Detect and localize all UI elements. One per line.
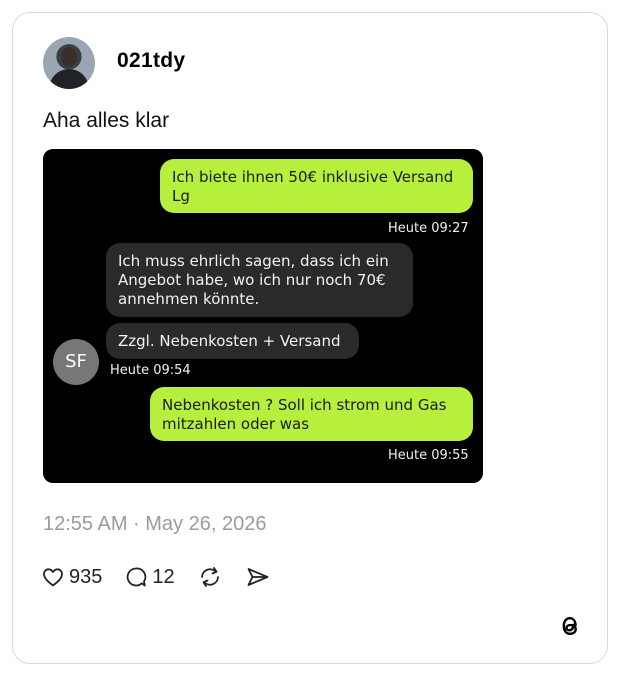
like-count: 935 — [69, 565, 103, 588]
comment-icon — [127, 567, 147, 587]
chat-screenshot[interactable]: Ich biete ihnen 50€ inklusive Versand Lg… — [43, 149, 483, 483]
username[interactable]: 021tdy — [117, 49, 185, 73]
chat-message-incoming: Ich muss ehrlich sagen, dass ich ein Ang… — [106, 243, 413, 317]
avatar-body — [49, 69, 89, 89]
threads-logo-icon[interactable] — [557, 613, 583, 639]
message-time: Heute 09:27 — [388, 221, 469, 236]
chat-message-incoming: Zzgl. Nebenkosten + Versand — [106, 323, 359, 359]
post-timestamp: 12:55 AM · May 26, 2026 — [43, 513, 267, 535]
reply-button[interactable]: 12 — [124, 565, 175, 589]
chat-message-outgoing: Nebenkosten ? Soll ich strom und Gas mit… — [150, 387, 473, 441]
repost-button[interactable] — [197, 565, 223, 589]
like-button[interactable]: 935 — [41, 565, 102, 589]
message-time: Heute 09:55 — [388, 448, 469, 463]
post-card: 021tdy Aha alles klar Ich biete ihnen 50… — [12, 12, 608, 664]
contact-avatar: SF — [53, 339, 99, 385]
message-time: Heute 09:54 — [110, 363, 191, 378]
repost-icon — [200, 567, 219, 587]
action-bar: 935 12 — [41, 563, 293, 591]
user-avatar[interactable] — [43, 37, 95, 89]
heart-icon — [43, 568, 63, 587]
post-text: Aha alles klar — [43, 109, 170, 132]
chat-message-outgoing: Ich biete ihnen 50€ inklusive Versand Lg — [160, 159, 473, 213]
share-button[interactable] — [245, 565, 271, 589]
avatar-head — [61, 47, 77, 67]
reply-count: 12 — [152, 565, 175, 588]
send-icon — [247, 568, 269, 586]
